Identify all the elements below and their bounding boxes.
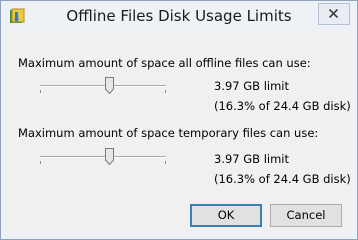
slider-track — [40, 85, 166, 87]
temporary-files-percent: (16.3% of 24.4 GB disk) — [214, 172, 351, 186]
slider-tick — [40, 161, 41, 164]
slider-tick — [165, 161, 166, 164]
cancel-button[interactable]: Cancel — [270, 204, 342, 227]
dialog-body: Maximum amount of space all offline file… — [8, 31, 351, 232]
ok-button[interactable]: OK — [190, 204, 262, 227]
offline-files-label: Maximum amount of space all offline file… — [18, 56, 311, 70]
temporary-files-label: Maximum amount of space temporary files … — [18, 126, 319, 140]
slider-thumb[interactable] — [105, 148, 114, 165]
title-bar[interactable]: Offline Files Disk Usage Limits — [1, 1, 357, 31]
close-icon — [329, 9, 338, 18]
temporary-files-limit: 3.97 GB limit — [214, 152, 290, 166]
slider-tick — [165, 90, 166, 93]
slider-tick — [40, 90, 41, 93]
offline-files-limit: 3.97 GB limit — [214, 79, 290, 93]
window-title: Offline Files Disk Usage Limits — [66, 7, 292, 25]
close-button[interactable] — [318, 3, 350, 25]
dialog-window: Offline Files Disk Usage Limits Maximum … — [0, 0, 358, 240]
offline-files-percent: (16.3% of 24.4 GB disk) — [214, 99, 351, 113]
slider-track — [40, 156, 166, 158]
slider-thumb[interactable] — [105, 77, 114, 94]
